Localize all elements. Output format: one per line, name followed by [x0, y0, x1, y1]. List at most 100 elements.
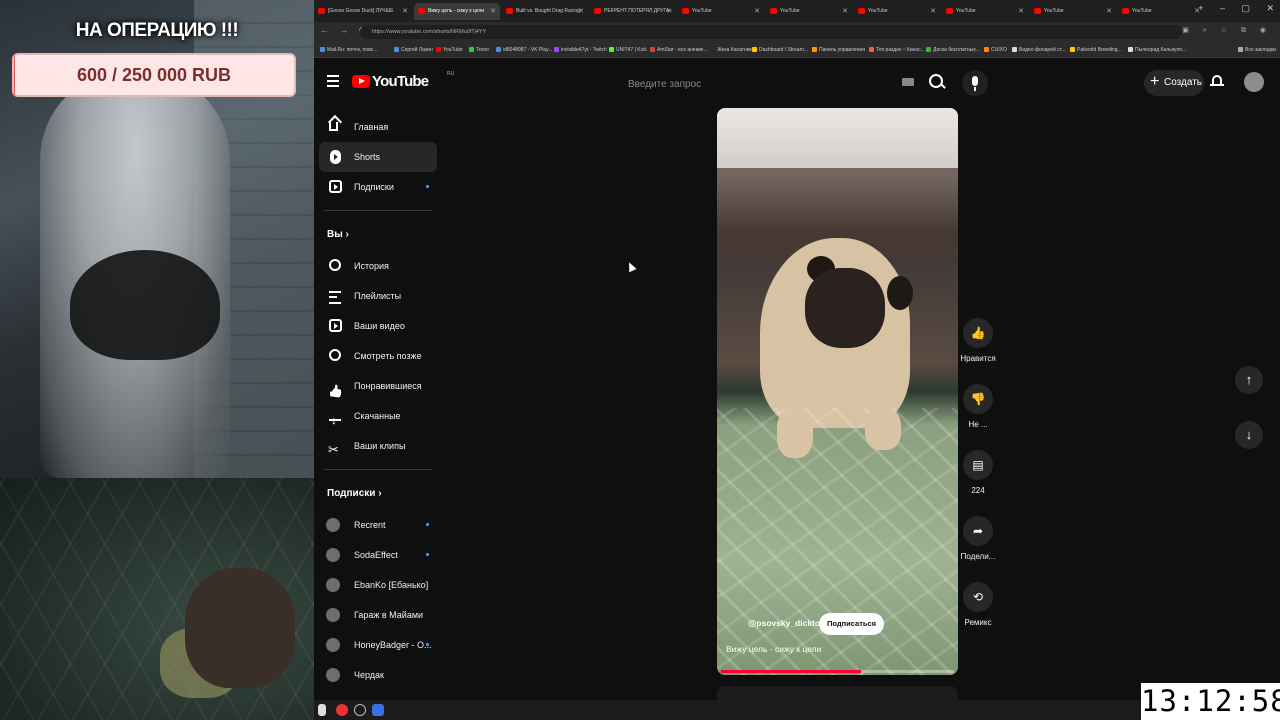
dislike-button[interactable]: 👎: [963, 384, 993, 414]
browser-tab[interactable]: [Goose Goose Duck] ЛУЧШЕ ✕: [314, 3, 412, 20]
new-content-dot: [426, 643, 429, 646]
sidebar-channel[interactable]: Чердак: [319, 660, 437, 690]
menu-icon[interactable]: [327, 75, 339, 87]
channel-name: Чердак: [354, 670, 384, 680]
voice-search-button[interactable]: [962, 70, 988, 96]
youtube-play-icon: [352, 75, 370, 88]
sidebar-item-your-videos[interactable]: Ваши видео: [319, 311, 437, 341]
create-button[interactable]: + Создать: [1144, 70, 1204, 96]
bookmark-item[interactable]: Dashboard / Stream...: [752, 44, 808, 56]
sidebar-item-playlists[interactable]: Плейлисты: [319, 281, 437, 311]
close-tab-icon[interactable]: ✕: [402, 3, 408, 20]
notifications-bell-icon[interactable]: [1210, 74, 1224, 88]
url-field[interactable]: https://www.youtube.com/shorts/NRMu0fTj4…: [360, 25, 1182, 39]
bookmark-item[interactable]: CUIXO: [984, 44, 1007, 56]
sidebar-channel[interactable]: EbanKo [Ебанько]: [319, 570, 437, 600]
bookmark-item[interactable]: Сергей Лазин: [394, 44, 433, 56]
address-bar-icons[interactable]: ▣ ⌕ ☆ ⧉ ◉: [1182, 26, 1272, 35]
sidebar-item-shorts[interactable]: Shorts: [319, 142, 437, 172]
thumbs-up-icon: 👍: [970, 326, 986, 340]
sidebar-item-home[interactable]: Главная: [319, 112, 437, 142]
close-tab-icon[interactable]: ✕: [666, 3, 672, 20]
sidebar-section-subscriptions[interactable]: Подписки ›: [319, 478, 437, 510]
close-tab-icon[interactable]: ✕: [1018, 3, 1024, 20]
bookmark-item[interactable]: Видео фонарей ст...: [1012, 44, 1066, 56]
os-taskbar: [314, 700, 1280, 720]
channel-handle[interactable]: @psovsky_dicktor: [748, 618, 823, 628]
search-input[interactable]: [626, 70, 890, 98]
bookmark-item[interactable]: Панель управления: [812, 44, 865, 56]
bookmark-item[interactable]: Пылеорад Калькуля...: [1128, 44, 1186, 56]
previous-short-button[interactable]: ↑: [1235, 366, 1263, 394]
browser-tab[interactable]: Built vs. Bought Drag Racing ✕: [502, 3, 588, 20]
comments-action[interactable]: ▤ 224: [954, 450, 1002, 495]
next-short-button[interactable]: ↓: [1235, 421, 1263, 449]
remix-button[interactable]: ⟲: [963, 582, 993, 612]
sidebar-item-history[interactable]: История: [319, 251, 437, 281]
bookmark-item[interactable]: Treno: [469, 44, 489, 56]
account-avatar[interactable]: [1244, 72, 1264, 92]
browser-tab[interactable]: РЕКРЕНТ ПОТЕРЯЛ ДРУГА - ✕: [590, 3, 676, 20]
close-tab-icon[interactable]: ✕: [490, 3, 496, 20]
sidebar-section-you[interactable]: Вы ›: [319, 219, 437, 251]
sidebar-channel[interactable]: HoneyBadger - O...: [319, 630, 437, 660]
bookmark-item[interactable]: Palworld Breeding...: [1070, 44, 1122, 56]
start-icon[interactable]: [318, 704, 326, 716]
close-tab-icon[interactable]: ✕: [754, 3, 760, 20]
sidebar-channel[interactable]: Recrent: [319, 510, 437, 540]
bookmark-item[interactable]: id8048987 - VK Play...: [496, 44, 552, 56]
app-icon[interactable]: [372, 704, 384, 716]
sidebar-channel[interactable]: SodaEffect: [319, 540, 437, 570]
tab-label: YouTube: [868, 8, 888, 14]
share-action[interactable]: ➦ Подели...: [954, 516, 1002, 561]
close-tab-icon[interactable]: ✕: [930, 3, 936, 20]
bookmark-item[interactable]: UNIT47 | Kick: [609, 44, 647, 56]
shorts-video-player[interactable]: @psovsky_dicktor Подписаться Вижу цель -…: [717, 108, 958, 675]
subscribe-button[interactable]: Подписаться: [819, 613, 885, 635]
browser-tab-active[interactable]: Вижу цель - сижу к цели ✕: [414, 3, 500, 20]
bookmark-item[interactable]: Mail.Ru: почта, поис...: [320, 44, 377, 56]
browser-tab[interactable]: YouTube ✕: [1030, 3, 1116, 20]
chrome-icon[interactable]: [336, 704, 348, 716]
browser-tab[interactable]: YouTube ✕: [766, 3, 852, 20]
sidebar-item-subscriptions[interactable]: Подписки: [319, 172, 437, 202]
close-tab-icon[interactable]: ✕: [842, 3, 848, 20]
dislike-action[interactable]: 👎 Не ...: [954, 384, 1002, 429]
sidebar-channel[interactable]: Гараж в Майами: [319, 600, 437, 630]
bookmark-item[interactable]: Жека Касатник: [710, 44, 752, 56]
close-tab-icon[interactable]: ✕: [1106, 3, 1112, 20]
browser-tab[interactable]: YouTube ✕: [854, 3, 940, 20]
bookmark-item[interactable]: Топ раздач :: Кинос...: [869, 44, 925, 56]
sidebar-item-watch-later[interactable]: Смотреть позже: [319, 341, 437, 371]
obs-icon[interactable]: [354, 704, 366, 716]
sidebar-item-downloads[interactable]: Скачанные: [319, 401, 437, 435]
browser-tab[interactable]: YouTube ✕: [678, 3, 764, 20]
like-action[interactable]: 👍 Нравится: [954, 318, 1002, 363]
browser-tab[interactable]: YouTube ✕: [1118, 3, 1204, 20]
youtube-favicon-icon: [318, 8, 325, 14]
tab-bar: [Goose Goose Duck] ЛУЧШЕ ✕ Вижу цель - с…: [314, 0, 1280, 22]
remix-icon: ⟲: [972, 590, 984, 604]
search-button[interactable]: [924, 70, 950, 96]
bookmark-item[interactable]: YouTube: [436, 44, 463, 56]
sidebar-item-label: История: [354, 261, 389, 271]
video-title[interactable]: Вижу цель - сижу к цели: [726, 644, 821, 654]
remix-action[interactable]: ⟲ Ремикс: [954, 582, 1002, 627]
bookmark-item[interactable]: invisible47yt - Twitch: [554, 44, 607, 56]
window-controls[interactable]: + – ▢ ✕: [1198, 3, 1274, 14]
bookmark-item[interactable]: Доска бесплатных...: [926, 44, 980, 56]
keyboard-icon[interactable]: [902, 78, 914, 86]
browser-tab[interactable]: YouTube ✕: [942, 3, 1028, 20]
comments-button[interactable]: ▤: [963, 450, 993, 480]
bookmark-item[interactable]: AmStar - все анекие...: [650, 44, 708, 56]
share-button[interactable]: ➦: [963, 516, 993, 546]
channel-avatar: [326, 548, 340, 562]
sidebar-item-liked[interactable]: Понравившиеся: [319, 371, 437, 401]
all-bookmarks[interactable]: Все закладки: [1238, 44, 1276, 56]
microphone-icon: [972, 76, 978, 86]
browser-window: [Goose Goose Duck] ЛУЧШЕ ✕ Вижу цель - с…: [314, 0, 1280, 700]
video-progress-bar[interactable]: [721, 670, 954, 673]
sidebar-item-clips[interactable]: Ваши клипы: [319, 431, 437, 465]
like-button[interactable]: 👍: [963, 318, 993, 348]
close-tab-icon[interactable]: ✕: [578, 3, 584, 20]
